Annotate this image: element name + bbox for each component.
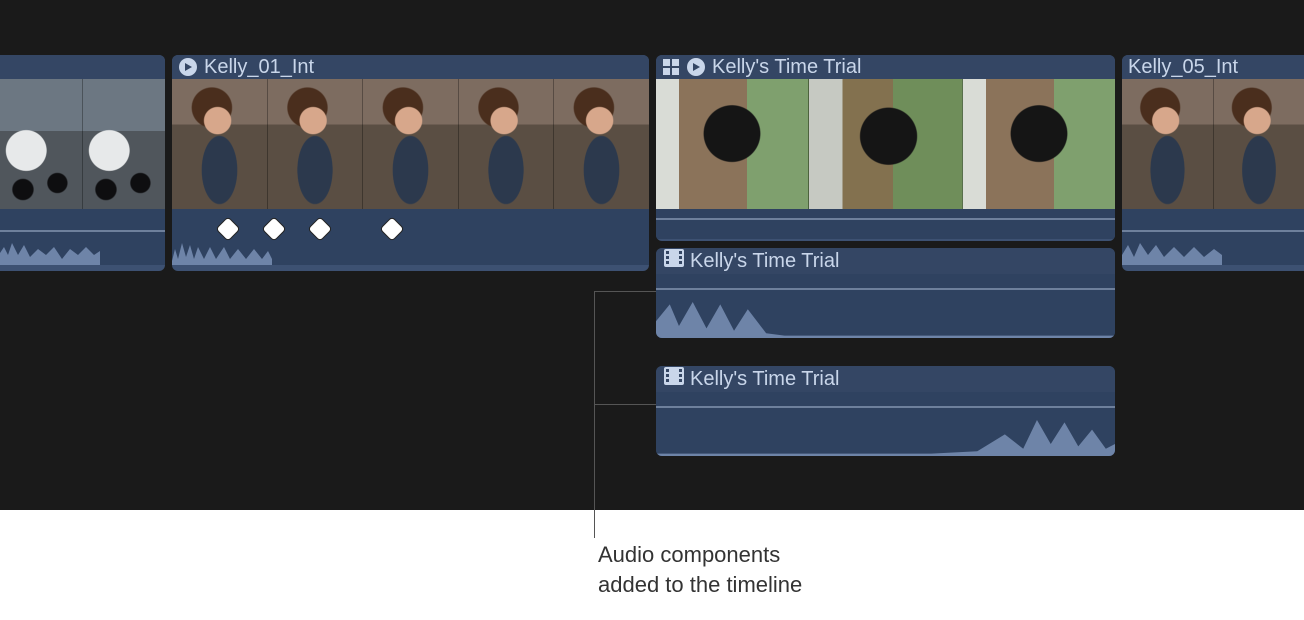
clip-thumbnail	[553, 79, 649, 209]
audio-component-waveform[interactable]	[656, 274, 1115, 338]
timeline-clip[interactable]: Kelly_05_Int	[1122, 55, 1304, 271]
clip-reference-icon	[178, 57, 198, 77]
clip-thumbnail	[82, 79, 165, 209]
audio-component-clip[interactable]: Kelly's Time Trial	[656, 248, 1115, 338]
audio-level-line[interactable]	[656, 218, 1115, 220]
clip-thumbnail	[458, 79, 554, 209]
clip-thumbnail	[0, 79, 82, 209]
clip-thumbnails	[172, 79, 649, 209]
clip-thumbnails	[0, 79, 165, 209]
clip-thumbnail	[1122, 79, 1213, 209]
audio-component-header: Kelly's Time Trial	[656, 248, 1115, 274]
clip-thumbnail	[172, 79, 267, 209]
callout-line1: Audio components	[598, 540, 958, 570]
clip-title: Kelly's Time Trial	[712, 56, 861, 79]
clip-audio-waveform[interactable]	[656, 209, 1115, 239]
clip-title: Kelly_05_Int	[1128, 56, 1238, 79]
timeline-clip[interactable]: Kelly_01_Int	[172, 55, 649, 271]
clip-header: Kelly_01_Int	[172, 55, 649, 79]
compound-clip-icon	[662, 58, 680, 76]
clip-audio-waveform[interactable]	[1122, 209, 1304, 265]
clip-header: Kelly's Time Trial	[656, 55, 1115, 79]
clip-thumbnail	[362, 79, 458, 209]
callout-connector	[594, 404, 656, 405]
callout-line2: added to the timeline	[598, 570, 958, 600]
clip-thumbnail	[1213, 79, 1304, 209]
audio-component-header: Kelly's Time Trial	[656, 366, 1115, 392]
timeline-clip[interactable]	[0, 55, 165, 271]
audio-keyframe[interactable]	[381, 218, 404, 241]
callout-connector	[594, 291, 656, 292]
clip-title: Kelly_01_Int	[204, 56, 314, 79]
audio-keyframe[interactable]	[309, 218, 332, 241]
clip-thumbnails	[1122, 79, 1304, 209]
audio-component-title: Kelly's Time Trial	[690, 250, 839, 273]
audio-component-clip[interactable]: Kelly's Time Trial	[656, 366, 1115, 456]
clip-thumbnail	[962, 79, 1115, 209]
clip-thumbnails	[656, 79, 1115, 209]
callout-text: Audio components added to the timeline	[598, 540, 958, 599]
timeline-clip-compound[interactable]: Kelly's Time Trial	[656, 55, 1115, 241]
clip-audio-waveform[interactable]	[0, 209, 165, 265]
audio-component-waveform[interactable]	[656, 392, 1115, 456]
film-icon	[664, 367, 684, 391]
callout-connector	[594, 291, 595, 538]
clip-thumbnail	[267, 79, 363, 209]
clip-header	[0, 55, 165, 79]
clip-audio-waveform[interactable]	[172, 209, 649, 265]
clip-reference-icon	[686, 57, 706, 77]
timeline-panel: Kelly_01_Int	[0, 0, 1304, 510]
clip-thumbnail	[656, 79, 808, 209]
audio-component-title: Kelly's Time Trial	[690, 368, 839, 391]
film-icon	[664, 249, 684, 273]
clip-header: Kelly_05_Int	[1122, 55, 1304, 79]
clip-thumbnail	[808, 79, 961, 209]
